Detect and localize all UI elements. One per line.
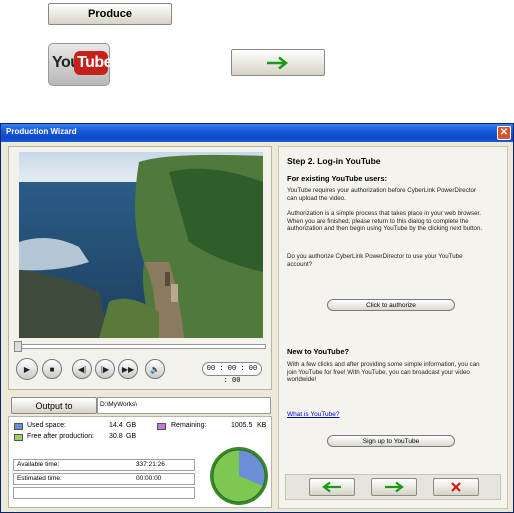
play-icon: ▶	[23, 364, 31, 374]
previous-frame-icon: ◀|	[77, 364, 87, 374]
title-bar: Production Wizard ✕	[1, 124, 513, 142]
cancel-button[interactable]	[433, 478, 479, 496]
fast-forward-button[interactable]: ▶▶	[118, 359, 138, 379]
disk-usage-pie-chart	[210, 447, 268, 505]
existing-users-paragraph-1: YouTube requires your authorization befo…	[287, 187, 477, 202]
seek-thumb[interactable]	[14, 341, 22, 352]
close-icon: ✕	[499, 127, 509, 138]
timecode-display: 00 : 00 : 00 : 00	[202, 362, 262, 385]
youtube-logo-tube: Tube	[77, 54, 113, 71]
right-arrow-icon	[267, 56, 289, 69]
used-space-value: 14.4	[109, 422, 123, 429]
authorize-button[interactable]: Click to authorize	[327, 299, 455, 311]
what-is-youtube-link[interactable]: What is YouTube?	[287, 411, 340, 418]
available-time-row: Available time: 337:21:26	[13, 459, 195, 471]
available-time-label: Available time:	[17, 461, 60, 468]
estimated-time-row: Estimated time: 00:00:00	[13, 473, 195, 485]
next-frame-button[interactable]: |▶	[95, 359, 115, 379]
existing-users-heading: For existing YouTube users:	[287, 174, 388, 183]
stop-icon: ■	[49, 364, 55, 374]
close-button[interactable]: ✕	[497, 126, 511, 140]
stop-button[interactable]: ■	[42, 359, 62, 379]
production-wizard-window: Production Wizard ✕ ▶ ■ ◀| |▶ ▶▶ 🔈 00: …	[0, 123, 514, 513]
used-space-swatch	[14, 423, 23, 430]
new-users-heading: New to YouTube?	[287, 347, 350, 356]
next-frame-icon: |▶	[100, 364, 110, 374]
volume-button[interactable]: 🔈	[145, 359, 165, 379]
new-users-paragraph: With a few clicks and after providing so…	[287, 361, 480, 383]
video-preview-image	[19, 152, 263, 338]
video-preview-panel: ▶ ■ ◀| |▶ ▶▶ 🔈 00 : 00 : 00 : 00	[8, 146, 272, 390]
time-info: Available time: 337:21:26 Estimated time…	[13, 459, 201, 501]
step-title: Step 2. Log-in YouTube	[287, 156, 381, 166]
next-button[interactable]	[371, 478, 417, 496]
previous-frame-button[interactable]: ◀|	[72, 359, 92, 379]
seek-bar[interactable]	[14, 341, 266, 352]
back-button[interactable]	[309, 478, 355, 496]
existing-users-paragraph-2: Authorization is a simple process that t…	[287, 210, 483, 232]
free-space-unit: GB	[126, 433, 137, 440]
play-button[interactable]: ▶	[16, 358, 38, 380]
estimated-time-label: Estimated time:	[17, 475, 62, 482]
free-space-label: Free after production:	[27, 433, 94, 440]
produce-label: Produce	[87, 8, 132, 20]
remaining-value: 1005.5	[231, 422, 253, 429]
speaker-icon: 🔈	[150, 364, 160, 374]
next-button-top[interactable]	[231, 49, 325, 76]
remaining-swatch	[157, 423, 166, 430]
produce-button[interactable]: Produce	[48, 3, 172, 25]
used-space-unit: GB	[126, 422, 137, 429]
fast-forward-icon: ▶▶	[121, 364, 135, 374]
remaining-unit: KB	[257, 422, 267, 429]
disk-stats-panel: Used space: 14.4 GB Free after productio…	[8, 416, 272, 508]
sign-up-button[interactable]: Sign up to YouTube	[327, 435, 455, 447]
output-to-label: Output to	[35, 400, 73, 411]
progress-row	[13, 487, 195, 499]
output-path-field[interactable]: D:\MyWorks\	[97, 397, 271, 414]
youtube-logo: You Tube	[48, 43, 113, 86]
left-arrow-icon	[322, 481, 341, 493]
remaining-label: Remaining:	[171, 422, 207, 429]
youtube-login-panel: Step 2. Log-in YouTube For existing YouT…	[278, 146, 508, 509]
available-time-value: 337:21:26	[136, 461, 165, 468]
output-to-button[interactable]: Output to	[11, 397, 97, 414]
estimated-time-value: 00:00:00	[136, 475, 162, 482]
used-space-label: Used space:	[27, 422, 66, 429]
authorize-button-label: Click to authorize	[366, 301, 416, 309]
free-space-swatch	[14, 434, 23, 441]
free-space-value: 30.8	[109, 433, 123, 440]
sign-up-button-label: Sign up to YouTube	[362, 437, 420, 445]
wizard-nav-bar	[285, 474, 501, 500]
x-icon	[451, 482, 461, 492]
video-frame	[19, 152, 263, 338]
right-arrow-icon	[385, 481, 404, 493]
existing-users-paragraph-3: Do you authorize CyberLink PowerDirector…	[287, 253, 463, 268]
window-title: Production Wizard	[6, 127, 77, 136]
